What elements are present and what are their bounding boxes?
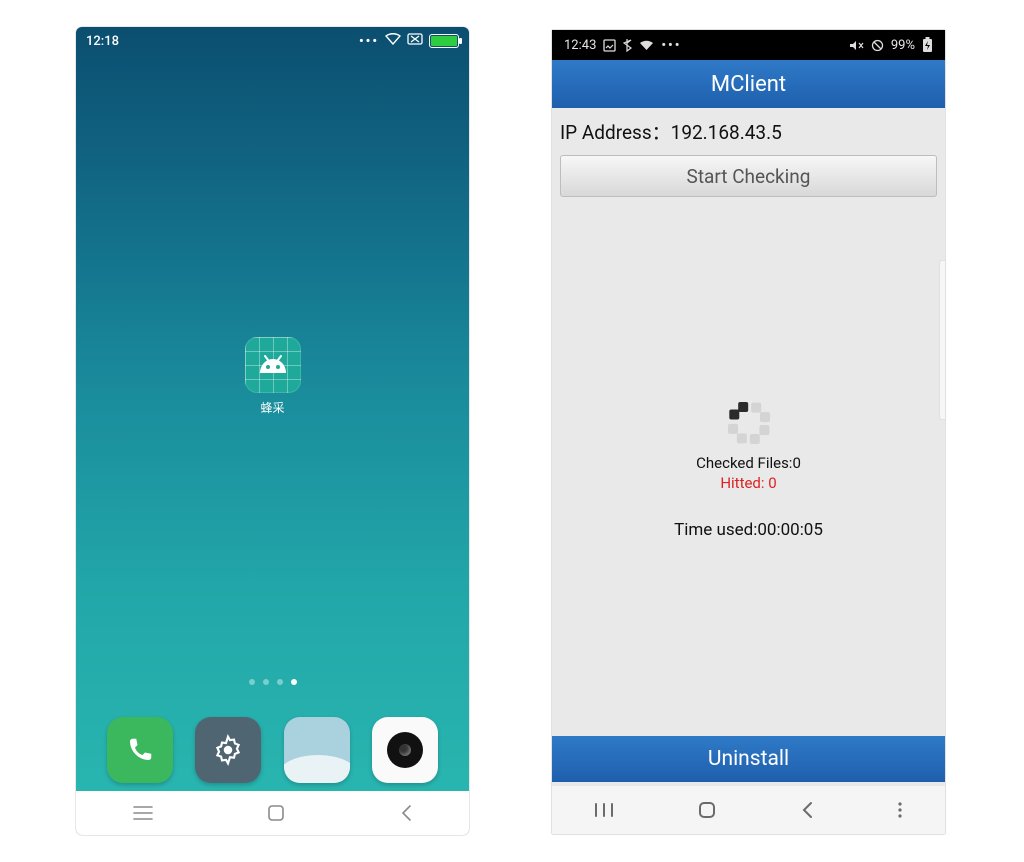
battery-text: 99% [891, 38, 915, 53]
time-used-label: Time used:00:00:05 [552, 520, 945, 540]
nav-back-icon[interactable] [399, 803, 413, 823]
uninstall-label: Uninstall [708, 747, 789, 771]
more-icon: ••• [359, 34, 379, 49]
status-time: 12:18 [86, 34, 119, 49]
dock-settings-app[interactable] [195, 717, 261, 783]
page-indicator [249, 679, 297, 685]
bluetooth-icon [623, 38, 632, 52]
app-label: 蜂采 [260, 399, 284, 416]
nav-home-icon[interactable] [266, 803, 286, 823]
nav-recent-icon[interactable] [594, 802, 614, 818]
hitted-label: Hitted: 0 [552, 474, 945, 492]
phone-home-screen: 12:18 ••• 蜂采 [76, 27, 469, 835]
scrollbar[interactable] [939, 260, 945, 420]
battery-charging-icon [922, 37, 933, 53]
status-time: 12:43 [564, 38, 596, 53]
status-bar: 12:18 ••• [76, 27, 469, 55]
start-checking-button[interactable]: Start Checking [560, 155, 937, 197]
app-title-bar: MClient [552, 60, 945, 108]
more-icon: ••• [661, 38, 681, 53]
screenshot-icon [603, 39, 616, 52]
checked-files-label: Checked Files:0 [552, 454, 945, 472]
location-off-icon [871, 39, 884, 52]
dock-phone-app[interactable] [107, 717, 173, 783]
dock-gallery-app[interactable] [284, 717, 350, 783]
app-shortcut[interactable]: 蜂采 [245, 337, 301, 416]
nav-back-icon[interactable] [800, 800, 814, 820]
nav-bar [76, 791, 469, 835]
app-title: MClient [711, 72, 786, 97]
no-sim-icon [407, 33, 423, 49]
nav-home-icon[interactable] [697, 800, 717, 820]
ip-address-label: IP Address：192.168.43.5 [552, 108, 945, 151]
dock [76, 717, 469, 783]
app-icon [245, 337, 301, 393]
start-checking-label: Start Checking [687, 165, 811, 188]
dock-camera-app[interactable] [372, 717, 438, 783]
uninstall-button[interactable]: Uninstall [552, 736, 945, 782]
wifi-icon [385, 33, 401, 49]
status-block: Checked Files:0 Hitted: 0 [552, 454, 945, 492]
nav-bar [552, 786, 945, 834]
status-bar: 12:43 ••• 99% [552, 30, 945, 60]
camera-lens-icon [387, 732, 423, 768]
nav-more-icon[interactable] [897, 800, 903, 820]
battery-icon [429, 34, 459, 48]
wifi-icon [639, 40, 654, 51]
nav-recent-icon[interactable] [132, 804, 154, 822]
phone-app-screen: 12:43 ••• 99% MClient [552, 30, 945, 834]
mute-icon [849, 39, 864, 52]
loading-spinner-icon [726, 400, 772, 446]
